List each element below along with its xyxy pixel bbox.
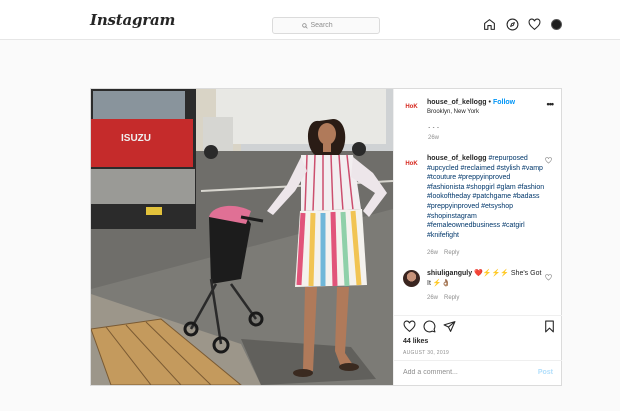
caption-hashtags[interactable]: #repurposed #upcycled #reclaimed #stylis… [427, 155, 544, 239]
author-avatar[interactable]: HoK [403, 98, 420, 115]
post-sidebar: HoK house_of_kellogg • Follow Brooklyn, Ne… [393, 89, 562, 385]
caption-text: house_of_kellogg #repurposed #upcycled #… [427, 154, 545, 240]
search-box[interactable] [272, 17, 380, 34]
post-location[interactable]: Brooklyn, New York [427, 109, 479, 115]
search-icon [301, 22, 308, 29]
save-bookmark-icon[interactable] [543, 320, 556, 333]
caption-meta: 26w Reply [427, 250, 465, 256]
post-actions: 44 likes AUGUST 30, 2019 Post [394, 315, 562, 386]
add-comment-bar: Post [394, 360, 562, 387]
likes-count[interactable]: 44 likes [403, 338, 428, 345]
commenter-username[interactable]: shiuliganguly [427, 270, 472, 277]
share-send-icon[interactable] [443, 320, 456, 333]
like-comment-heart-icon[interactable] [545, 157, 552, 164]
commenter-avatar[interactable] [403, 270, 420, 287]
caption-avatar[interactable]: HoK [403, 155, 420, 172]
add-comment-input[interactable] [403, 369, 523, 376]
author-line: house_of_kellogg • Follow [427, 99, 515, 106]
search-input[interactable] [310, 22, 351, 29]
comment-meta: 26w Reply [427, 295, 465, 301]
post-photo[interactable]: ISUZU [91, 89, 393, 385]
post-header: HoK house_of_kellogg • Follow Brooklyn, Ne… [394, 89, 562, 127]
comment-text: shiuliganguly ❤️⚡⚡⚡ She's Got It ⚡👌🏽 [427, 269, 545, 288]
post-date: AUGUST 30, 2019 [403, 350, 450, 356]
comment-reply-button[interactable]: Reply [444, 295, 459, 301]
caption-username[interactable]: house_of_kellogg [427, 155, 487, 162]
comment-bubble-icon[interactable] [423, 320, 436, 333]
follow-button[interactable]: Follow [493, 99, 515, 106]
activity-heart-icon[interactable] [528, 18, 541, 31]
top-navbar: Instagram [0, 0, 620, 40]
author-username[interactable]: house_of_kellogg [427, 99, 487, 106]
street-photo-illustration: ISUZU [91, 89, 393, 385]
explore-compass-icon[interactable] [506, 18, 519, 31]
svg-text:ISUZU: ISUZU [121, 133, 151, 144]
like-heart-icon[interactable] [403, 320, 416, 333]
separator-dot: • [488, 99, 491, 106]
caption-age: 26w [427, 250, 439, 256]
post-comment-button[interactable]: Post [538, 369, 553, 376]
home-icon[interactable] [483, 18, 496, 31]
comments-scroll[interactable]: • • • 26w HoK house_of_kellogg #repurpos… [394, 127, 562, 310]
previous-comment-age: 26w [428, 135, 440, 141]
post-card: ISUZU HoK house_of_kellogg • Follow Broo… [90, 88, 562, 386]
more-options-icon[interactable]: ••• [547, 99, 555, 109]
like-comment-heart-icon[interactable] [545, 274, 552, 281]
profile-avatar[interactable] [551, 19, 562, 30]
comment-age: 26w [427, 295, 439, 301]
previous-comment-fragment: • • • [428, 127, 440, 131]
instagram-logo[interactable]: Instagram [90, 11, 175, 29]
caption-reply-button[interactable]: Reply [444, 250, 459, 256]
